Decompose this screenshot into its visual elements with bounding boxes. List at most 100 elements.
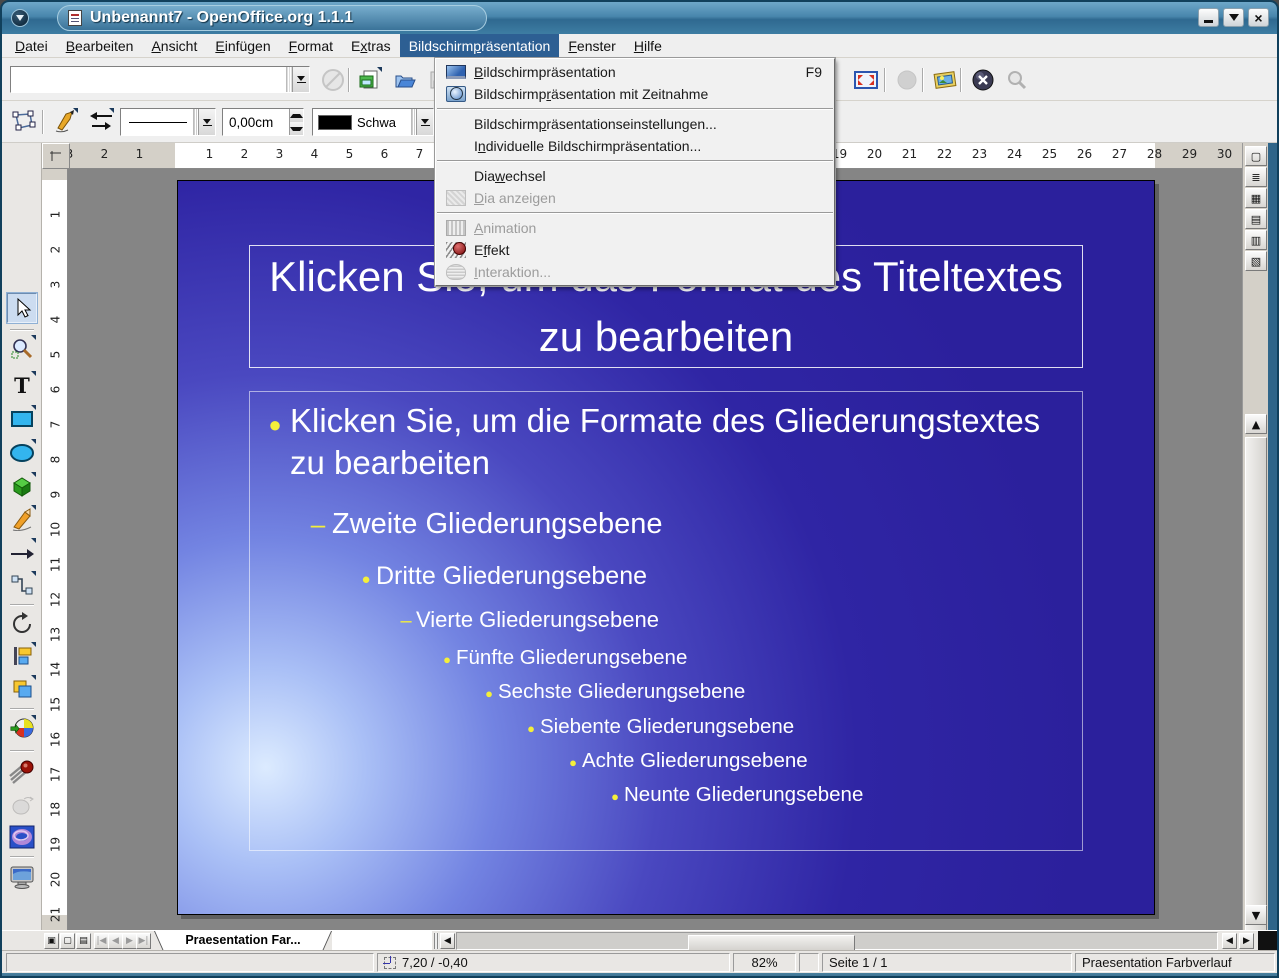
slide[interactable]: Klicken Sie, um das Format des Titeltext…: [177, 180, 1155, 915]
view-mode-button[interactable]: ▦: [1245, 188, 1267, 208]
tab-stop-selector[interactable]: [42, 143, 70, 169]
line-color-select[interactable]: Schwa: [312, 108, 434, 136]
interaction-button[interactable]: [7, 790, 37, 820]
line-width-value[interactable]: 0,00cm: [229, 115, 273, 130]
line-width-spinner[interactable]: 0,00cm: [222, 108, 304, 136]
slide-outline-textbox[interactable]: ●Klicken Sie, um die Formate des Glieder…: [249, 391, 1083, 851]
tab-strip-filler: [332, 931, 432, 951]
arrow-ends-button[interactable]: [86, 106, 116, 136]
menu-item[interactable]: Bildschirmpräsentation F9: [436, 61, 834, 83]
ruler-number: 1: [122, 147, 157, 161]
menu-item[interactable]: Individuelle Bildschirmpräsentation...: [436, 135, 834, 157]
stop-loading-button[interactable]: [318, 65, 348, 95]
presentation-button[interactable]: [7, 862, 37, 892]
zoom-tool-button[interactable]: [7, 334, 37, 364]
mode-button[interactable]: ▢: [60, 933, 75, 949]
menu-item[interactable]: Bildschirmpräsentationseinstellungen...: [436, 113, 834, 135]
menu-item[interactable]: Diawechsel: [436, 165, 834, 187]
effects-button[interactable]: [7, 756, 37, 786]
close-button[interactable]: ×: [1248, 8, 1269, 27]
status-template-field[interactable]: Praesentation Farbverlauf: [1075, 953, 1275, 972]
title-bar[interactable]: Unbenannt7 - OpenOffice.org 1.1.1 ×: [2, 2, 1277, 34]
insert-button[interactable]: [7, 714, 37, 744]
outline-line: ●Dritte Gliederungsebene: [356, 560, 1082, 592]
window-menu-button[interactable]: [11, 9, 29, 27]
rotate-tool-button[interactable]: [7, 609, 37, 639]
menu-item[interactable]: Dia anzeigen: [436, 187, 834, 209]
select-tool-button[interactable]: [7, 293, 37, 323]
hscroll-left2-button[interactable]: ◀: [1222, 933, 1237, 949]
vertical-scrollbar-thumb[interactable]: [1245, 437, 1267, 978]
view-mode-button[interactable]: ≣: [1245, 167, 1267, 187]
menubar-item[interactable]: Einfügen: [206, 34, 279, 57]
live-mode-button[interactable]: [892, 65, 922, 95]
vertical-ruler[interactable]: 123456789101112131415161718192021: [42, 169, 68, 930]
mode-button[interactable]: ▣: [44, 933, 59, 949]
menubar-item[interactable]: Hilfe: [625, 34, 671, 57]
navigator-button[interactable]: [968, 65, 998, 95]
menubar-item[interactable]: Format: [280, 34, 342, 57]
3d-controller-button[interactable]: [7, 822, 37, 852]
menubar-item[interactable]: Datei: [6, 34, 57, 57]
view-mode-button[interactable]: ▤: [1245, 209, 1267, 229]
open-document-button[interactable]: [390, 65, 420, 95]
menubar-item[interactable]: Bildschirmpräsentation: [400, 34, 560, 57]
line-style-select[interactable]: [120, 108, 216, 136]
lines-arrows-button[interactable]: [7, 537, 37, 567]
tab-nav-button[interactable]: ▶|: [136, 933, 151, 949]
menubar-item[interactable]: Ansicht: [142, 34, 206, 57]
line-style-dropdown-button[interactable]: [198, 109, 215, 135]
menu-item[interactable]: Interaktion...: [436, 261, 834, 283]
edit-points-button[interactable]: [8, 106, 38, 136]
edit-points-icon: [10, 109, 36, 133]
text-tool-button[interactable]: T: [7, 370, 37, 400]
hscroll-right-button[interactable]: ▶: [1239, 933, 1254, 949]
status-position-field[interactable]: 7,20 / -0,40: [377, 953, 730, 972]
connector-tool-button[interactable]: [7, 570, 37, 600]
maximize-button[interactable]: [1223, 8, 1244, 27]
url-dropdown-button[interactable]: [292, 67, 309, 92]
flyout-arrow-icon: [31, 439, 36, 444]
menu-item[interactable]: Bildschirmpräsentation mit Zeitnahme: [436, 83, 834, 105]
window-title: Unbenannt7 - OpenOffice.org 1.1.1: [90, 9, 353, 27]
curve-tool-button[interactable]: [7, 504, 37, 534]
status-page-field[interactable]: Seite 1 / 1: [822, 953, 1072, 972]
new-document-button[interactable]: [354, 65, 384, 95]
tab-nav-button[interactable]: ▶: [122, 933, 137, 949]
horizontal-scrollbar-thumb[interactable]: [688, 935, 855, 951]
tab-nav-button[interactable]: ◀: [108, 933, 123, 949]
url-input[interactable]: [11, 67, 286, 92]
vertical-scrollbar[interactable]: ▢≣▦▤▥▧ ▲ ▼: [1242, 143, 1268, 930]
menubar-item[interactable]: Extras: [342, 34, 400, 57]
pane-splitter[interactable]: [434, 933, 439, 949]
zoom-page-button[interactable]: [851, 65, 881, 95]
minimize-button[interactable]: [1198, 8, 1219, 27]
tab-nav-button[interactable]: |◀: [94, 933, 109, 949]
line-color-dropdown-button[interactable]: [416, 109, 433, 135]
menubar-item[interactable]: Fenster: [559, 34, 624, 57]
alignment-button[interactable]: [7, 641, 37, 671]
spinner-buttons[interactable]: [289, 109, 303, 135]
menu-item[interactable]: Animation: [436, 217, 834, 239]
scroll-up-button[interactable]: ▲: [1245, 414, 1267, 434]
mode-button[interactable]: ▤: [76, 933, 91, 949]
status-zoom-field[interactable]: 82%: [733, 953, 796, 972]
gallery-button[interactable]: [930, 65, 960, 95]
horizontal-scrollbar[interactable]: [456, 932, 1218, 950]
view-mode-button[interactable]: ▢: [1245, 146, 1267, 166]
slide-tab[interactable]: Praesentation Far...: [154, 931, 332, 951]
flyout-arrow-icon: [31, 335, 36, 340]
hscroll-left-button[interactable]: ◀: [440, 933, 455, 949]
zoom-tool-button[interactable]: [1002, 65, 1032, 95]
ellipse-tool-button[interactable]: [7, 438, 37, 468]
3d-objects-button[interactable]: [7, 471, 37, 501]
menubar-item[interactable]: Bearbeiten: [57, 34, 143, 57]
view-mode-button[interactable]: ▥: [1245, 230, 1267, 250]
arrange-button[interactable]: [7, 674, 37, 704]
menu-item[interactable]: Effekt: [436, 239, 834, 261]
scroll-down-button[interactable]: ▼: [1245, 905, 1267, 925]
line-style-button[interactable]: [50, 106, 80, 136]
view-mode-button[interactable]: ▧: [1245, 251, 1267, 271]
rectangle-tool-button[interactable]: [7, 404, 37, 434]
url-combobox[interactable]: [10, 66, 310, 93]
